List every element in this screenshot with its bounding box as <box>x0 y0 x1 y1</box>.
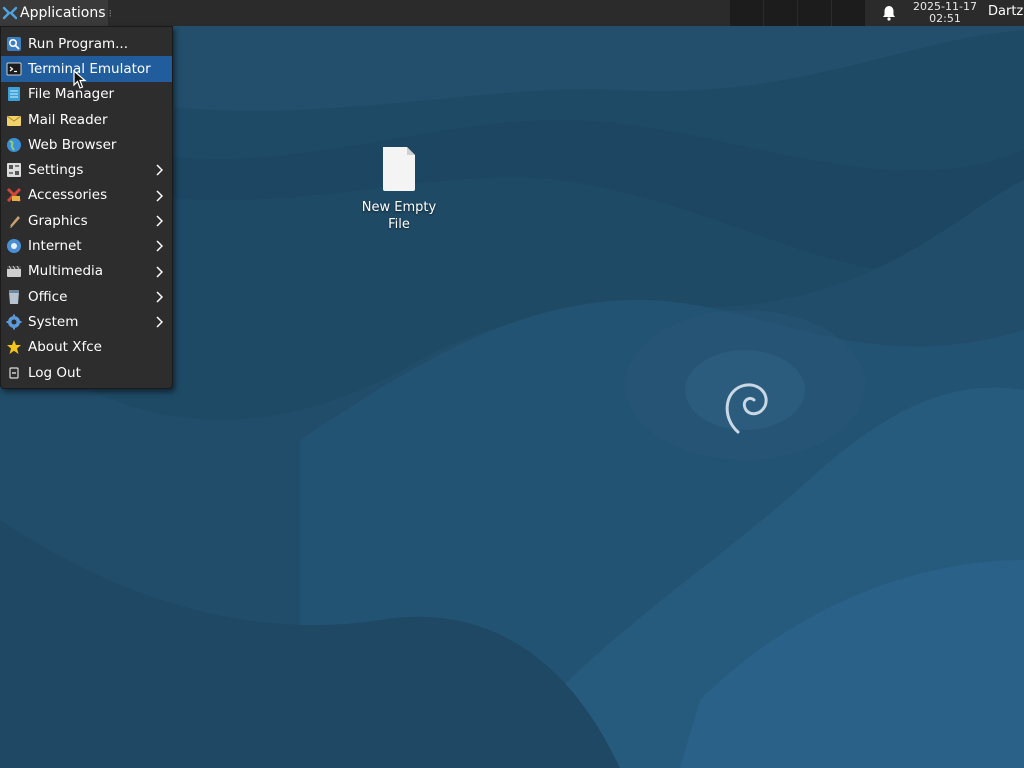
document-icon <box>383 147 415 191</box>
office-icon <box>9 289 19 304</box>
clock[interactable]: 2025-11-17 02:51 <box>906 1 984 25</box>
chevron-right-icon <box>156 190 163 202</box>
multimedia-icon <box>7 266 21 278</box>
mail-icon <box>6 115 22 126</box>
applications-menu-button[interactable]: Applications <box>0 0 108 26</box>
menu-item-accessories[interactable]: Accessories <box>1 183 172 208</box>
gear-icon <box>6 314 22 330</box>
settings-icon <box>7 163 21 178</box>
menu-item-label: Terminal Emulator <box>28 60 151 77</box>
workspace-2[interactable] <box>764 0 798 26</box>
menu-item-label: Log Out <box>28 364 81 381</box>
desktop-file-new-empty-file[interactable]: New Empty File <box>355 145 443 233</box>
user-menu[interactable]: Dartz <box>988 4 1024 19</box>
menu-item-label: Settings <box>28 162 84 179</box>
run-icon <box>7 36 21 51</box>
menu-item-label: About Xfce <box>28 339 102 356</box>
menu-item-label: Office <box>28 288 68 305</box>
menu-item-label: Mail Reader <box>28 111 108 128</box>
workspace-3[interactable] <box>798 0 832 26</box>
menu-item-label: Web Browser <box>28 136 117 153</box>
menu-item-system[interactable]: System <box>1 309 172 334</box>
menu-item-label: Internet <box>28 238 82 255</box>
globe-icon <box>7 137 21 152</box>
mouse-pointer-icon <box>73 70 87 89</box>
terminal-icon <box>6 62 22 76</box>
menu-item-web-browser[interactable]: Web Browser <box>1 132 172 157</box>
chevron-right-icon <box>156 215 163 227</box>
logout-icon <box>9 366 19 379</box>
desktop-file-label-line1: New Empty <box>361 200 437 215</box>
top-panel: Applications ⁝ 2025-11-17 02:51 Dartz <box>0 0 1024 26</box>
desktop-file-label-line2: File <box>388 217 410 232</box>
workspace-4[interactable] <box>832 0 866 26</box>
menu-item-office[interactable]: Office <box>1 284 172 309</box>
applications-label: Applications <box>20 5 106 21</box>
menu-item-label: Graphics <box>28 212 88 229</box>
menu-item-about-xfce[interactable]: About Xfce <box>1 335 172 360</box>
chevron-right-icon <box>156 240 163 252</box>
panel-handle-icon[interactable]: ⁝ <box>109 7 113 20</box>
chevron-right-icon <box>156 291 163 303</box>
workspace-1[interactable] <box>730 0 764 26</box>
menu-item-label: System <box>28 313 79 330</box>
menu-item-multimedia[interactable]: Multimedia <box>1 259 172 284</box>
internet-icon <box>7 239 21 254</box>
menu-item-label: File Manager <box>28 86 115 103</box>
bell-icon[interactable] <box>880 4 898 22</box>
menu-item-label: Accessories <box>28 187 108 204</box>
accessories-icon <box>6 188 22 203</box>
clock-time: 02:51 <box>929 12 961 25</box>
desktop-file-label: New Empty File <box>355 199 443 233</box>
menu-item-graphics[interactable]: Graphics <box>1 208 172 233</box>
graphics-icon <box>8 215 20 228</box>
menu-item-internet[interactable]: Internet <box>1 233 172 258</box>
chevron-right-icon <box>156 164 163 177</box>
menu-item-log-out[interactable]: Log Out <box>1 360 172 385</box>
xfce-logo-icon <box>2 6 18 20</box>
menu-item-label: Multimedia <box>28 263 104 280</box>
chevron-right-icon <box>156 316 163 328</box>
menu-item-run-program[interactable]: Run Program... <box>1 31 172 56</box>
file-manager-icon <box>8 87 20 102</box>
workspace-switcher <box>730 0 866 26</box>
menu-item-settings[interactable]: Settings <box>1 157 172 182</box>
chevron-right-icon <box>156 266 163 278</box>
menu-item-mail-reader[interactable]: Mail Reader <box>1 107 172 132</box>
menu-item-label: Run Program... <box>28 35 129 52</box>
star-icon <box>7 340 21 355</box>
